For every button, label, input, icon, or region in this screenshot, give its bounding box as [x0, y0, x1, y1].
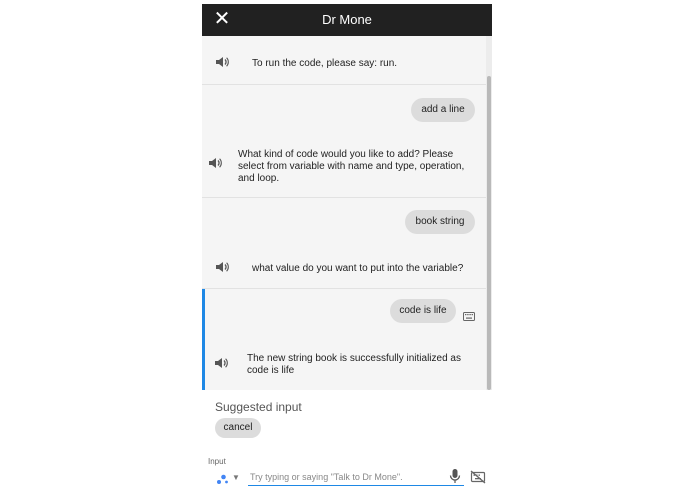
chevron-down-icon[interactable]: ▼: [232, 472, 240, 484]
speaker-icon[interactable]: [208, 157, 222, 169]
speaker-icon[interactable]: [214, 357, 228, 369]
simulator-panel: ✕ Dr Mone To run the code, please say: r…: [202, 4, 492, 492]
keyboard-off-icon[interactable]: [470, 470, 486, 484]
speaker-icon[interactable]: [215, 56, 229, 68]
app-title: Dr Mone: [322, 12, 372, 27]
title-bar: ✕ Dr Mone: [202, 4, 492, 36]
keyboard-icon: [463, 308, 475, 321]
suggested-input-label: Suggested input: [215, 400, 302, 414]
conversation-turn: To run the code, please say: run.: [202, 36, 488, 85]
microphone-icon[interactable]: [449, 468, 461, 484]
input-label: Input: [208, 457, 226, 466]
scrollbar-thumb[interactable]: [487, 76, 491, 390]
suggestion-chip-cancel[interactable]: cancel: [215, 418, 261, 438]
query-input[interactable]: [248, 468, 464, 486]
assistant-message: what value do you want to put into the v…: [252, 263, 464, 274]
user-message-bubble: book string: [405, 210, 475, 234]
user-message-bubble: code is life: [390, 299, 456, 323]
conversation-area[interactable]: To run the code, please say: run. add a …: [202, 36, 492, 390]
assistant-message: The new string book is successfully init…: [247, 353, 461, 376]
input-panel: Suggested input cancel Input ▼: [202, 390, 492, 492]
conversation-turn: book string what value do you want to pu…: [202, 198, 488, 289]
conversation-turn-active: code is life The new string book is succ…: [202, 289, 488, 390]
conversation-turn: add a line What kind of code would you l…: [202, 85, 488, 198]
speaker-icon[interactable]: [215, 261, 229, 273]
assistant-message: What kind of code would you like to add?…: [238, 149, 465, 184]
assistant-dots-icon[interactable]: [216, 472, 230, 484]
assistant-message: To run the code, please say: run.: [252, 58, 398, 69]
user-message-bubble: add a line: [411, 98, 475, 122]
